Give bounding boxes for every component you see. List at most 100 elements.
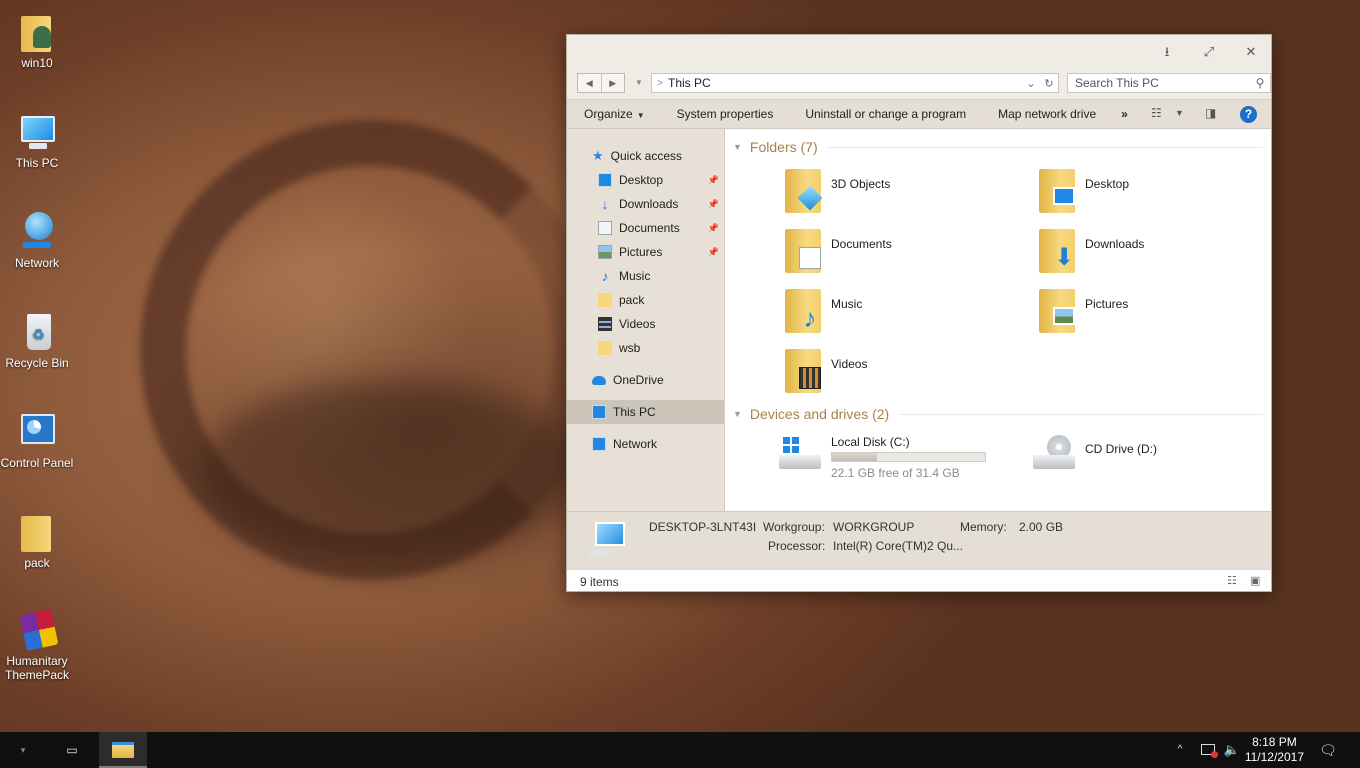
- nav-item-desktop[interactable]: Desktop 📌: [567, 168, 724, 192]
- desktop-icon-control-panel[interactable]: Control Panel: [0, 410, 74, 470]
- processor-label: Processor:: [768, 539, 826, 553]
- nav-item-downloads[interactable]: ↓ Downloads 📌: [567, 192, 724, 216]
- taskbar-file-explorer-icon[interactable]: [99, 732, 147, 768]
- nav-label: Music: [619, 269, 651, 283]
- nav-onedrive[interactable]: OneDrive: [567, 368, 724, 392]
- recycle-bin-icon: ♻: [15, 310, 59, 354]
- title-bar[interactable]: ⭳ ⤢ ✕: [567, 35, 1271, 69]
- folder-tile-videos[interactable]: Videos: [785, 349, 1025, 399]
- desktop-icon-this-pc[interactable]: This PC: [0, 110, 74, 170]
- help-icon[interactable]: ?: [1240, 106, 1257, 123]
- nav-label: Videos: [619, 317, 656, 331]
- nav-this-pc[interactable]: This PC: [567, 400, 724, 424]
- document-icon: [598, 221, 612, 235]
- nav-item-pictures[interactable]: Pictures 📌: [567, 240, 724, 264]
- pin-icon: 📌: [707, 222, 719, 233]
- nav-label: Desktop: [619, 173, 664, 187]
- folder-icon: [598, 341, 612, 355]
- pin-icon: 📌: [707, 246, 719, 257]
- computer-icon: [592, 405, 606, 419]
- desktop-icon-label: win10: [21, 56, 53, 70]
- uninstall-program-button[interactable]: Uninstall or change a program: [788, 107, 981, 121]
- recent-locations-icon[interactable]: ▼: [633, 73, 645, 93]
- explorer-window: ⭳ ⤢ ✕ ◀ ▶ ▼ > This PC ⌄ ↻ Search This PC…: [566, 34, 1272, 592]
- chevron-down-icon[interactable]: ⌄: [1022, 77, 1040, 90]
- desktop-icon: [1053, 187, 1075, 205]
- desktop-icon-label: pack: [24, 556, 50, 570]
- pictures-icon: [598, 245, 612, 259]
- refresh-icon[interactable]: ↻: [1040, 77, 1058, 90]
- search-input[interactable]: Search This PC ⚲: [1067, 73, 1271, 93]
- minimize-button[interactable]: ⭳: [1155, 43, 1179, 61]
- nav-network[interactable]: Network: [567, 432, 724, 456]
- drive-name: CD Drive (D:): [1085, 442, 1157, 456]
- memory-value: 2.00 GB: [1019, 520, 1064, 534]
- nav-item-videos[interactable]: Videos: [567, 312, 724, 336]
- address-bar[interactable]: > This PC ⌄ ↻: [651, 73, 1059, 93]
- search-caret-icon[interactable]: ▾: [8, 732, 38, 768]
- nav-item-music[interactable]: ♪ Music: [567, 264, 724, 288]
- folder-tile-pictures[interactable]: Pictures: [1039, 289, 1279, 339]
- music-note-icon: ♪: [803, 303, 817, 333]
- drive-tile-cd[interactable]: CD Drive (D:): [1033, 435, 1233, 481]
- clock-time: 8:18 PM: [1252, 735, 1297, 749]
- search-icon: ⚲: [1255, 76, 1265, 90]
- folder-tile-3d-objects[interactable]: 3D Objects: [785, 169, 1025, 219]
- details-view-icon[interactable]: ☷: [1227, 574, 1237, 587]
- desktop-icon-win10[interactable]: win10: [0, 10, 74, 70]
- content-pane: ▼ Folders (7) 3D Objects Desktop Documen…: [725, 129, 1271, 511]
- view-options-caret-icon[interactable]: ▼: [1175, 108, 1184, 118]
- folder-tile-downloads[interactable]: ⬇ Downloads: [1039, 229, 1279, 279]
- group-title: Folders (7): [749, 139, 818, 155]
- drive-tile-local-disk[interactable]: Local Disk (C:) 22.1 GB free of 31.4 GB: [779, 435, 1009, 481]
- organize-label: Organize: [584, 107, 633, 121]
- nav-item-documents[interactable]: Documents 📌: [567, 216, 724, 240]
- action-center-icon[interactable]: 🗨: [1316, 732, 1340, 768]
- desktop-icon-themepack[interactable]: Humanitary ThemePack: [0, 608, 74, 682]
- clock[interactable]: 8:18 PM 11/12/2017: [1245, 735, 1304, 765]
- drives-group-header[interactable]: ▼ Devices and drives (2): [733, 406, 1263, 422]
- nav-label: wsb: [619, 341, 641, 355]
- preview-pane-icon[interactable]: ◨: [1205, 106, 1216, 120]
- map-network-drive-button[interactable]: Map network drive: [981, 107, 1111, 121]
- folder-tile-music[interactable]: ♪ Music: [785, 289, 1025, 339]
- desktop-icon-network[interactable]: Network: [0, 210, 74, 270]
- pin-icon: 📌: [707, 174, 719, 185]
- task-view-icon[interactable]: ▭: [54, 732, 90, 768]
- folder-tile-documents[interactable]: Documents: [785, 229, 1025, 279]
- back-button[interactable]: ◀: [578, 74, 601, 92]
- network-status-icon[interactable]: [1198, 732, 1218, 768]
- nav-item-pack[interactable]: pack: [567, 288, 724, 312]
- nav-quick-access[interactable]: ★ Quick access: [567, 144, 724, 168]
- pictures-icon: [1053, 307, 1075, 325]
- drive-usage-fill: [832, 453, 878, 461]
- folders-group-header[interactable]: ▼ Folders (7): [733, 139, 1263, 155]
- pin-icon: 📌: [707, 198, 719, 209]
- folder-label: Documents: [831, 237, 892, 251]
- nav-item-wsb[interactable]: wsb: [567, 336, 724, 360]
- control-panel-icon: [15, 410, 59, 454]
- desktop-icon-recycle-bin[interactable]: ♻ Recycle Bin: [0, 310, 74, 370]
- folder-icon: [598, 293, 612, 307]
- volume-icon[interactable]: 🔈: [1222, 732, 1242, 768]
- nav-label: OneDrive: [613, 373, 664, 387]
- themepack-icon: [15, 608, 59, 652]
- folder-tile-desktop[interactable]: Desktop: [1039, 169, 1279, 219]
- collapse-chevron-icon: ▼: [733, 142, 742, 152]
- desktop-icon-pack[interactable]: pack: [0, 510, 74, 570]
- organize-button[interactable]: Organize ▼: [567, 107, 660, 121]
- maximize-button[interactable]: ⤢: [1197, 43, 1221, 61]
- show-hidden-icons-icon[interactable]: ^: [1172, 732, 1188, 768]
- status-bar: 9 items ☷ ▣: [567, 569, 1271, 591]
- more-commands-button[interactable]: »: [1111, 107, 1138, 121]
- film-icon: [598, 317, 612, 331]
- system-properties-button[interactable]: System properties: [660, 107, 789, 121]
- folder-icon: [15, 510, 59, 554]
- change-view-icon[interactable]: ☷: [1151, 106, 1162, 120]
- large-icons-view-icon[interactable]: ▣: [1250, 574, 1260, 587]
- forward-button[interactable]: ▶: [600, 74, 625, 92]
- desktop-icon-label: Humanitary ThemePack: [4, 654, 70, 682]
- close-button[interactable]: ✕: [1239, 43, 1263, 61]
- desktop-icon-label: Control Panel: [0, 456, 74, 470]
- nav-label: This PC: [613, 405, 656, 419]
